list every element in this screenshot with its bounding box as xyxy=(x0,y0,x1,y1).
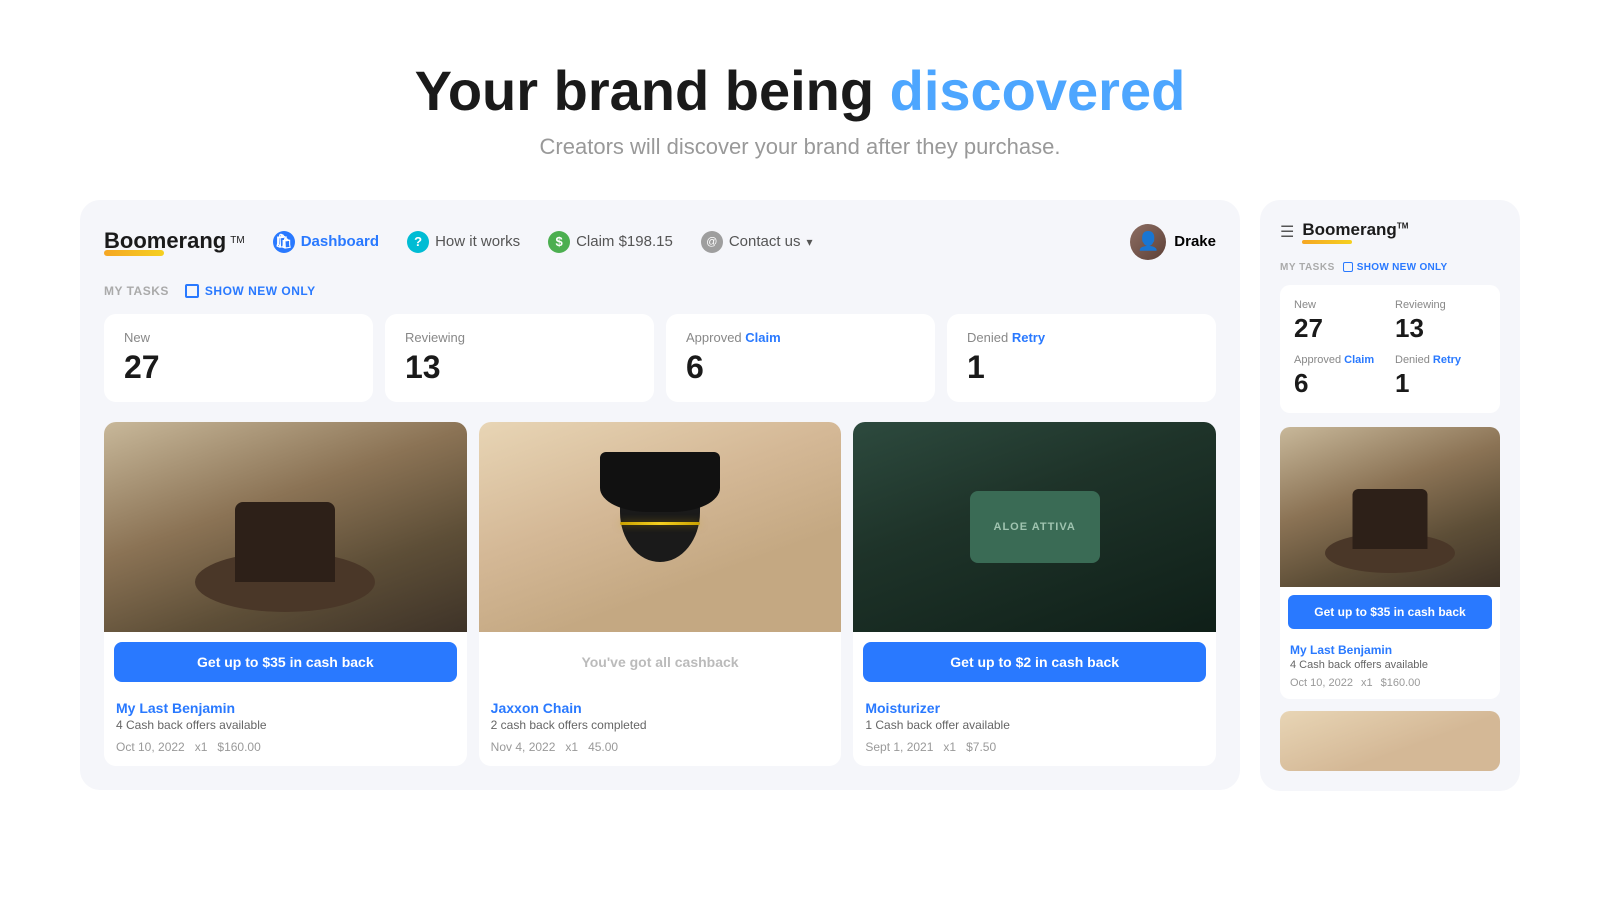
sidebar-hat-product-offers: 4 Cash back offers available xyxy=(1290,659,1490,671)
moisturizer-image xyxy=(853,422,1216,632)
sidebar-navbar: ☰ BoomerangTM xyxy=(1280,220,1500,244)
stat-reviewing: Reviewing 13 xyxy=(385,314,654,402)
help-icon: ? xyxy=(407,231,429,253)
sidebar-hat-image xyxy=(1280,427,1500,587)
sidebar-stat-reviewing: Reviewing 13 xyxy=(1395,299,1486,344)
product-hat: Get up to $35 in cash back My Last Benja… xyxy=(104,422,467,766)
sidebar-brand: BoomerangTM xyxy=(1302,220,1408,244)
sidebar-hat-product-name[interactable]: My Last Benjamin xyxy=(1290,643,1490,657)
hat-product-name[interactable]: My Last Benjamin xyxy=(116,700,455,716)
main-layout: BoomerangTM 🛍 Dashboard ? How it works $… xyxy=(0,200,1600,791)
hamburger-icon[interactable]: ☰ xyxy=(1280,222,1294,242)
nav-dashboard[interactable]: 🛍 Dashboard xyxy=(273,231,379,253)
sidebar-partial-image xyxy=(1280,711,1500,771)
retry-link[interactable]: Retry xyxy=(1012,330,1045,345)
sidebar-checkbox-icon xyxy=(1343,262,1353,272)
sidebar-hat-product-meta: Oct 10, 2022 x1 $160.00 xyxy=(1290,677,1490,689)
claim-icon: $ xyxy=(548,231,570,253)
contact-icon: @ xyxy=(701,231,723,253)
hero-section: Your brand being discovered Creators wil… xyxy=(0,0,1600,200)
stats-row: New 27 Reviewing 13 Approved Claim 6 Den xyxy=(104,314,1216,402)
chain-cta-button: You've got all cashback xyxy=(489,642,832,682)
moisturizer-product-meta: Sept 1, 2021 x1 $7.50 xyxy=(865,740,1204,754)
dashboard-card: BoomerangTM 🛍 Dashboard ? How it works $… xyxy=(80,200,1240,790)
sidebar-brand-underline xyxy=(1302,240,1352,244)
moisturizer-product-offers: 1 Cash back offer available xyxy=(865,718,1204,732)
sidebar-hat-cta-button[interactable]: Get up to $35 in cash back xyxy=(1288,595,1492,629)
dashboard-icon: 🛍 xyxy=(273,231,295,253)
sidebar-card: ☰ BoomerangTM MY TASKS SHOW NEW ONLY New… xyxy=(1260,200,1520,791)
stat-approved: Approved Claim 6 xyxy=(666,314,935,402)
chain-product-meta: Nov 4, 2022 x1 45.00 xyxy=(491,740,830,754)
dropdown-arrow-icon: ▾ xyxy=(807,235,813,249)
avatar: 👤 xyxy=(1130,224,1166,260)
user-menu[interactable]: 👤 Drake xyxy=(1130,224,1216,260)
sidebar-product-hat: Get up to $35 in cash back My Last Benja… xyxy=(1280,427,1500,699)
stat-new: New 27 xyxy=(104,314,373,402)
checkbox-icon xyxy=(185,284,199,298)
sidebar-product-partial xyxy=(1280,711,1500,771)
chain-image xyxy=(479,422,842,632)
show-new-only-toggle[interactable]: SHOW NEW ONLY xyxy=(185,284,316,298)
products-row: Get up to $35 in cash back My Last Benja… xyxy=(104,422,1216,766)
product-moisturizer: Get up to $2 in cash back Moisturizer 1 … xyxy=(853,422,1216,766)
sidebar-stat-denied: Denied Retry 1 xyxy=(1395,354,1486,399)
sidebar-stat-approved: Approved Claim 6 xyxy=(1294,354,1385,399)
nav-how-it-works[interactable]: ? How it works xyxy=(407,231,520,253)
sidebar-stats: New 27 Reviewing 13 Approved Claim 6 xyxy=(1280,285,1500,413)
sidebar-show-new-toggle[interactable]: SHOW NEW ONLY xyxy=(1343,262,1448,273)
chain-product-offers: 2 cash back offers completed xyxy=(491,718,830,732)
card-navbar: BoomerangTM 🛍 Dashboard ? How it works $… xyxy=(104,224,1216,260)
brand-logo: BoomerangTM xyxy=(104,228,245,256)
product-chain: You've got all cashback Jaxxon Chain 2 c… xyxy=(479,422,842,766)
hat-product-meta: Oct 10, 2022 x1 $160.00 xyxy=(116,740,455,754)
hat-product-offers: 4 Cash back offers available xyxy=(116,718,455,732)
hero-title: Your brand being discovered xyxy=(20,60,1580,122)
sidebar-tasks-header: MY TASKS SHOW NEW ONLY xyxy=(1280,262,1500,273)
hero-subtitle: Creators will discover your brand after … xyxy=(20,134,1580,160)
sidebar-stat-new: New 27 xyxy=(1294,299,1385,344)
moisturizer-cta-button[interactable]: Get up to $2 in cash back xyxy=(863,642,1206,682)
brand-underline xyxy=(104,250,164,256)
nav-contact[interactable]: @ Contact us ▾ xyxy=(701,231,813,253)
sidebar-claim-link[interactable]: Claim xyxy=(1344,354,1374,366)
hat-image xyxy=(104,422,467,632)
stat-denied: Denied Retry 1 xyxy=(947,314,1216,402)
chain-product-name[interactable]: Jaxxon Chain xyxy=(491,700,830,716)
tasks-header: MY TASKS SHOW NEW ONLY xyxy=(104,284,1216,298)
hat-cta-button[interactable]: Get up to $35 in cash back xyxy=(114,642,457,682)
sidebar-retry-link[interactable]: Retry xyxy=(1433,354,1461,366)
moisturizer-product-name[interactable]: Moisturizer xyxy=(865,700,1204,716)
nav-claim[interactable]: $ Claim $198.15 xyxy=(548,231,673,253)
claim-link[interactable]: Claim xyxy=(745,330,780,345)
